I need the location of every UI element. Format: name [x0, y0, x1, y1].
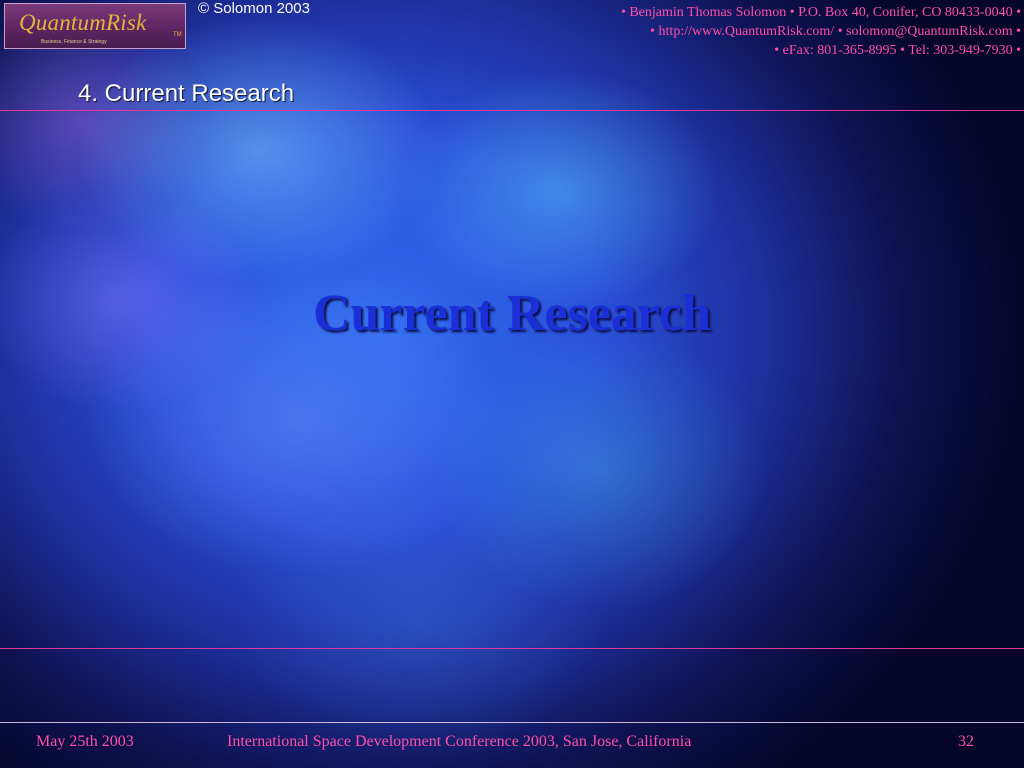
contact-line-phone: • eFax: 801-365-8995 • Tel: 303-949-7930… — [774, 43, 1021, 58]
slide-number: 32 — [958, 733, 974, 750]
logo-name: QuantumRisk — [19, 10, 147, 35]
contact-line-address: • Benjamin Thomas Solomon • P.O. Box 40,… — [620, 5, 1021, 20]
contact-line-web-email: • http://www.QuantumRisk.com/ • solomon@… — [650, 24, 1021, 39]
bottom-divider — [0, 648, 1024, 649]
footer-divider — [0, 722, 1024, 723]
section-title: 4. Current Research — [78, 80, 295, 107]
top-divider — [0, 110, 1024, 111]
slide-title: Current Research — [312, 285, 712, 342]
footer-date: May 25th 2003 — [36, 733, 134, 750]
contact-info: • Benjamin Thomas Solomon • P.O. Box 40,… — [621, 3, 1021, 60]
slide: QuantumRisk TM Business, Finance & Strat… — [0, 0, 1024, 768]
copyright-notice: © Solomon 2003 — [198, 0, 310, 17]
logo-trademark: TM — [173, 32, 182, 38]
quantumrisk-logo: QuantumRisk TM Business, Finance & Strat… — [4, 3, 186, 49]
logo-tagline: Business, Finance & Strategy — [41, 39, 107, 45]
footer-conference: International Space Development Conferen… — [227, 733, 692, 750]
